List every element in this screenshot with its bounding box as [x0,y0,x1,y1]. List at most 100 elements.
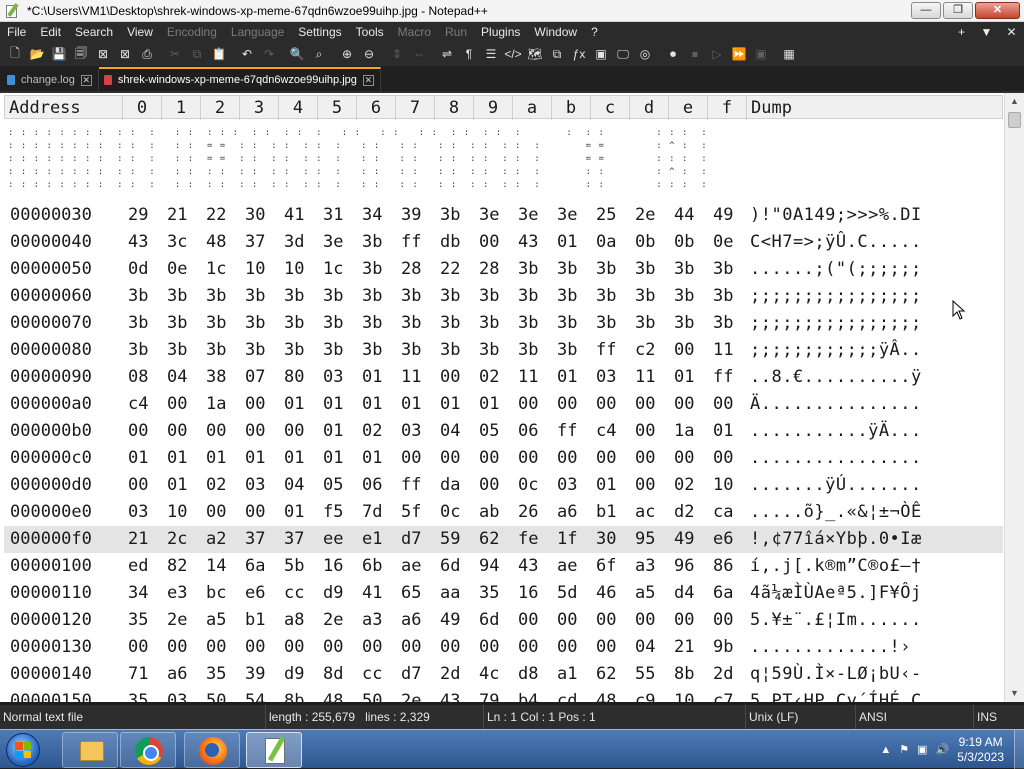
hex-byte[interactable]: 00 [713,391,733,418]
hex-row[interactable]: 000000c0 01 01 01 01 01 01 01 00 00 00 00 00 00 00 00 00… [4,445,1003,472]
hex-byte[interactable]: 01 [713,418,733,445]
hex-byte[interactable]: 00 [128,418,148,445]
hex-byte[interactable]: 3b [401,283,421,310]
hex-byte[interactable]: 3b [440,310,460,337]
hex-byte[interactable]: 3b [557,256,577,283]
row-dump[interactable]: !,¢77îá×Ybþ.0•Iæ [750,526,965,553]
network-icon[interactable]: ▣ [917,743,927,756]
hex-byte[interactable]: 43 [440,688,460,702]
hex-byte[interactable]: 3b [440,283,460,310]
hex-byte[interactable]: 3b [128,310,148,337]
tab-list-icon[interactable]: ▼ [974,22,999,42]
hex-byte[interactable]: 48 [323,688,343,702]
hex-row[interactable]: 00000110 34 e3 bc e6 cc d9 41 65 aa 35 16 5d 46 a5 d4 6a… [4,580,1003,607]
row-dump[interactable]: 4ã¼æÌÙAeª5.]F¥Ôj [750,580,965,607]
hex-byte[interactable]: 0a [596,229,616,256]
hex-byte[interactable]: cc [362,661,382,688]
hex-byte[interactable]: 0e [713,229,733,256]
hex-row[interactable]: 00000120 35 2e a5 b1 a8 2e a3 a6 49 6d 00 00 00 00 00 00… [4,607,1003,634]
hex-byte[interactable]: 1a [674,418,694,445]
hex-byte[interactable]: 02 [206,472,226,499]
show-desktop-button[interactable] [1014,730,1024,769]
hex-byte[interactable]: 22 [206,202,226,229]
hex-byte[interactable]: 3b [362,256,382,283]
record-macro-icon[interactable]: ⏺ [662,44,684,64]
row-dump[interactable]: 5.¥±¨.£¦Im...... [750,607,965,634]
row-dump[interactable]: ......;("(;;;;;; [750,256,965,283]
hex-byte[interactable]: 02 [674,472,694,499]
hex-byte[interactable]: c2 [635,337,655,364]
hex-byte[interactable]: 3b [362,310,382,337]
hex-byte[interactable]: 2e [323,607,343,634]
hex-byte[interactable]: 00 [596,445,616,472]
open-file-icon[interactable]: 📂 [26,44,48,64]
taskbar-firefox[interactable] [184,732,240,768]
undo-icon[interactable]: ↶ [236,44,258,64]
replace-icon[interactable]: ⌕ [308,44,330,64]
hex-byte[interactable]: b1 [245,607,265,634]
save-macro-icon[interactable]: ▣ [750,44,772,64]
hex-editor[interactable]: Address 0123456789abcdef Dump : : : : : … [0,93,1024,702]
hex-byte[interactable]: 00 [635,472,655,499]
hex-byte[interactable]: b4 [518,688,538,702]
sync-vertical-icon[interactable]: ⇕ [386,44,408,64]
hex-byte[interactable]: 34 [128,580,148,607]
hex-row[interactable]: 00000080 3b 3b 3b 3b 3b 3b 3b 3b 3b 3b 3b 3b ff c2 00 11… [4,337,1003,364]
hex-byte[interactable]: c7 [713,688,733,702]
hex-byte[interactable]: e6 [713,526,733,553]
hex-byte[interactable]: 3b [674,310,694,337]
hex-byte[interactable]: 00 [401,445,421,472]
hex-byte[interactable]: 3b [323,337,343,364]
hex-byte[interactable]: 01 [362,364,382,391]
hex-byte[interactable]: 3b [596,310,616,337]
hex-byte[interactable]: d8 [518,661,538,688]
hex-byte[interactable]: 00 [440,634,460,661]
hex-byte[interactable]: 00 [440,445,460,472]
hex-byte[interactable]: 49 [713,202,733,229]
hex-byte[interactable]: 06 [362,472,382,499]
hex-byte[interactable]: d9 [323,580,343,607]
hex-byte[interactable]: 01 [557,364,577,391]
hex-byte[interactable]: 46 [596,580,616,607]
scroll-thumb[interactable] [1008,112,1021,128]
menu-file[interactable]: File [0,22,33,42]
hex-byte[interactable]: b1 [596,499,616,526]
hex-byte[interactable]: 25 [596,202,616,229]
hex-byte[interactable]: 6d [479,607,499,634]
hex-byte[interactable]: 34 [362,202,382,229]
play-macro-icon[interactable]: ▷ [706,44,728,64]
hex-byte[interactable]: 01 [206,445,226,472]
hex-byte[interactable]: ac [635,499,655,526]
hex-byte[interactable]: 3e [479,202,499,229]
hex-byte[interactable]: 6b [362,553,382,580]
hex-byte[interactable]: 3b [206,283,226,310]
hex-byte[interactable]: 31 [323,202,343,229]
hex-row[interactable]: 000000d0 00 01 02 03 04 05 06 ff da 00 0c 03 01 00 02 10… [4,472,1003,499]
hex-row[interactable]: 00000040 43 3c 48 37 3d 3e 3b ff db 00 43 01 0a 0b 0b 0e… [4,229,1003,256]
hex-byte[interactable]: 1f [557,526,577,553]
hex-byte[interactable]: 38 [206,364,226,391]
hex-byte[interactable]: 49 [674,526,694,553]
hex-byte[interactable]: 3b [128,283,148,310]
hex-byte[interactable]: 6d [440,553,460,580]
hex-byte[interactable]: a5 [206,607,226,634]
hex-editor-icon[interactable]: ▦ [778,44,800,64]
row-dump[interactable]: í‚.j[.k®m”C®o£–† [750,553,965,580]
hex-byte[interactable]: 26 [518,499,538,526]
hex-byte[interactable]: 3b [284,283,304,310]
hex-byte[interactable]: 3b [518,283,538,310]
hex-byte[interactable]: ee [323,526,343,553]
hex-byte[interactable]: 16 [323,553,343,580]
hex-row[interactable]: 00000140 71 a6 35 39 d9 8d cc d7 2d 4c d8 a1 62 55 8b 2d… [4,661,1003,688]
hex-byte[interactable]: a6 [401,607,421,634]
hex-byte[interactable]: 00 [479,229,499,256]
menu-plugins[interactable]: Plugins [474,22,527,42]
hex-byte[interactable]: c4 [128,391,148,418]
function-list-icon[interactable]: ƒx [568,44,590,64]
hex-byte[interactable]: 00 [596,391,616,418]
hex-byte[interactable]: 08 [128,364,148,391]
hex-byte[interactable]: 49 [440,607,460,634]
hex-byte[interactable]: 3e [518,202,538,229]
hex-byte[interactable]: 3b [167,283,187,310]
menu-run[interactable]: Run [438,22,474,42]
